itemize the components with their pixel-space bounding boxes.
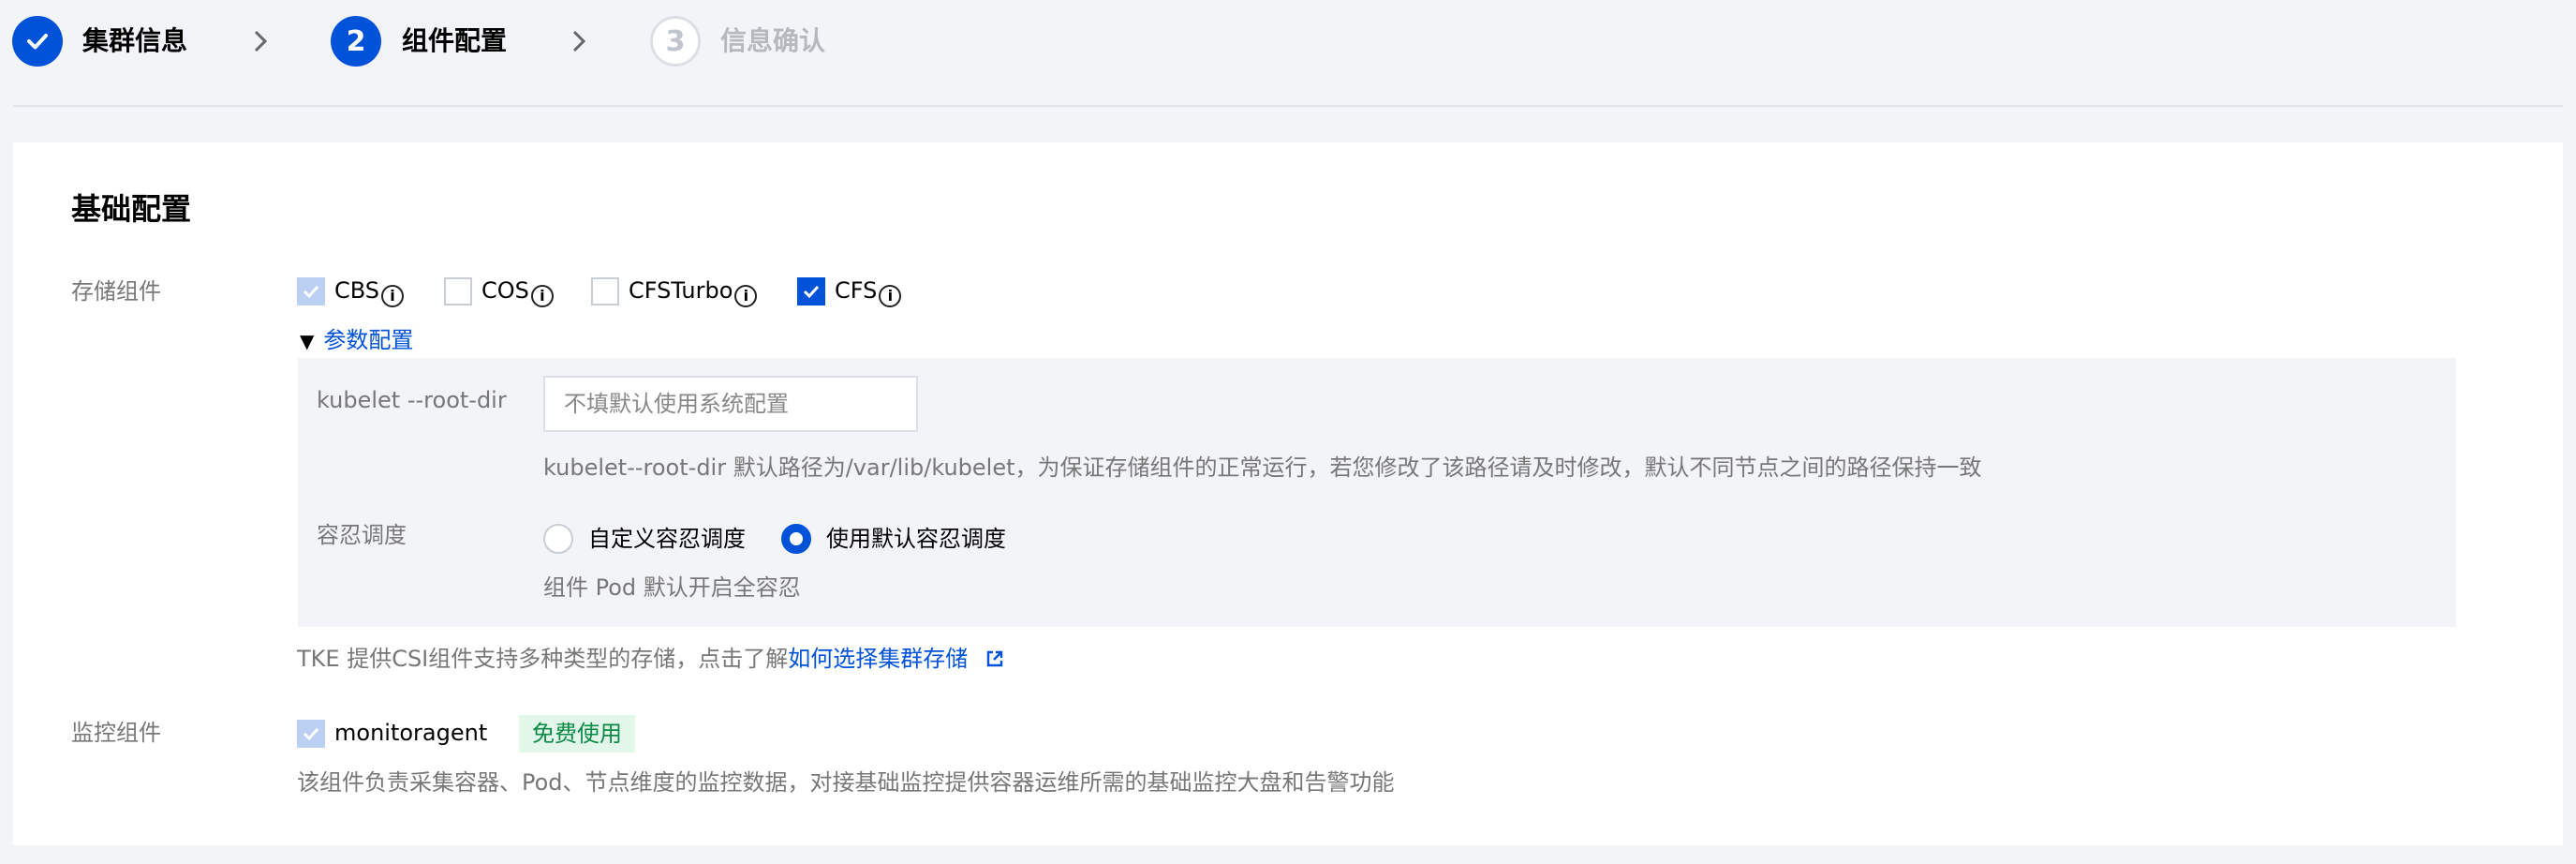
kubelet-hint: kubelet--root-dir 默认路径为/var/lib/kubelet，… [543,454,1982,481]
checkbox-cos-label-wrap[interactable]: COS i [481,275,554,307]
step-3-label: 信息确认 [720,25,826,56]
params-panel: kubelet --root-dir 不填默认使用系统配置 kubelet--r… [298,358,2456,627]
caret-down-icon: ▼ [300,330,315,352]
monitor-description: 该组件负责采集容器、Pod、节点维度的监控数据，对接基础监控提供容器运维所需的基… [297,769,1395,796]
checkbox-monitoragent-label: monitoragent [334,720,488,746]
external-link-icon[interactable] [985,648,1005,669]
params-toggle-label: 参数配置 [323,327,414,353]
stepper-divider [13,105,2563,107]
checkbox-cfs-label-wrap[interactable]: CFS i [835,275,902,307]
checkbox-cfsturbo-label-wrap[interactable]: CFSTurbo i [629,275,758,307]
info-icon[interactable]: i [734,285,758,307]
kubelet-root-dir-input[interactable]: 不填默认使用系统配置 [543,376,918,432]
radio-default-toleration-label[interactable]: 使用默认容忍调度 [826,523,1006,555]
kubelet-label: kubelet --root-dir [317,387,507,413]
checkbox-cos[interactable] [444,277,472,305]
check-icon [27,34,48,50]
basic-config-card: 基础配置 存储组件 CBS i COS i CFSTurbo i CFS i ▼ 参数配置… [13,142,2563,845]
checkbox-cos-label: COS [481,277,529,304]
checkbox-cbs-label: CBS [334,277,380,304]
step-3-circle: 3 [650,16,701,67]
monitor-label: 监控组件 [71,720,161,746]
checkbox-monitoragent [297,720,325,748]
chevron-right-icon [254,30,268,52]
csi-help-link[interactable]: 如何选择集群存储 [788,646,968,672]
checkbox-cfs-label: CFS [835,277,878,304]
radio-custom-toleration[interactable] [543,524,573,554]
info-icon[interactable]: i [381,285,405,307]
info-icon[interactable]: i [530,285,554,307]
radio-default-toleration[interactable] [781,524,811,554]
step-1-label: 集群信息 [82,25,188,56]
section-title: 基础配置 [71,191,192,227]
checkbox-cbs [297,277,325,305]
info-icon[interactable]: i [879,285,902,307]
storage-label: 存储组件 [71,278,161,305]
step-2-label: 组件配置 [402,25,508,56]
checkbox-cfs[interactable] [797,277,825,305]
radio-custom-toleration-label[interactable]: 自定义容忍调度 [588,523,746,555]
check-icon [303,727,319,741]
checkbox-cfsturbo[interactable] [591,277,619,305]
params-toggle[interactable]: ▼ 参数配置 [300,324,413,357]
csi-note: TKE 提供CSI组件支持多种类型的存储，点击了解如何选择集群存储 [297,643,1005,675]
csi-note-text: TKE 提供CSI组件支持多种类型的存储，点击了解 [297,646,789,672]
checkbox-cbs-label-wrap: CBS i [334,275,405,307]
checkbox-cfsturbo-label: CFSTurbo [629,277,733,304]
free-badge: 免费使用 [519,715,635,752]
chevron-right-icon [572,30,586,52]
toleration-label: 容忍调度 [317,522,407,548]
check-icon [303,285,319,299]
check-icon [803,285,820,299]
step-1-done-circle [12,16,63,67]
step-2-circle: 2 [331,16,381,67]
toleration-hint: 组件 Pod 默认开启全容忍 [543,574,801,601]
stepper: 集群信息 2 组件配置 3 信息确认 [0,0,2576,105]
